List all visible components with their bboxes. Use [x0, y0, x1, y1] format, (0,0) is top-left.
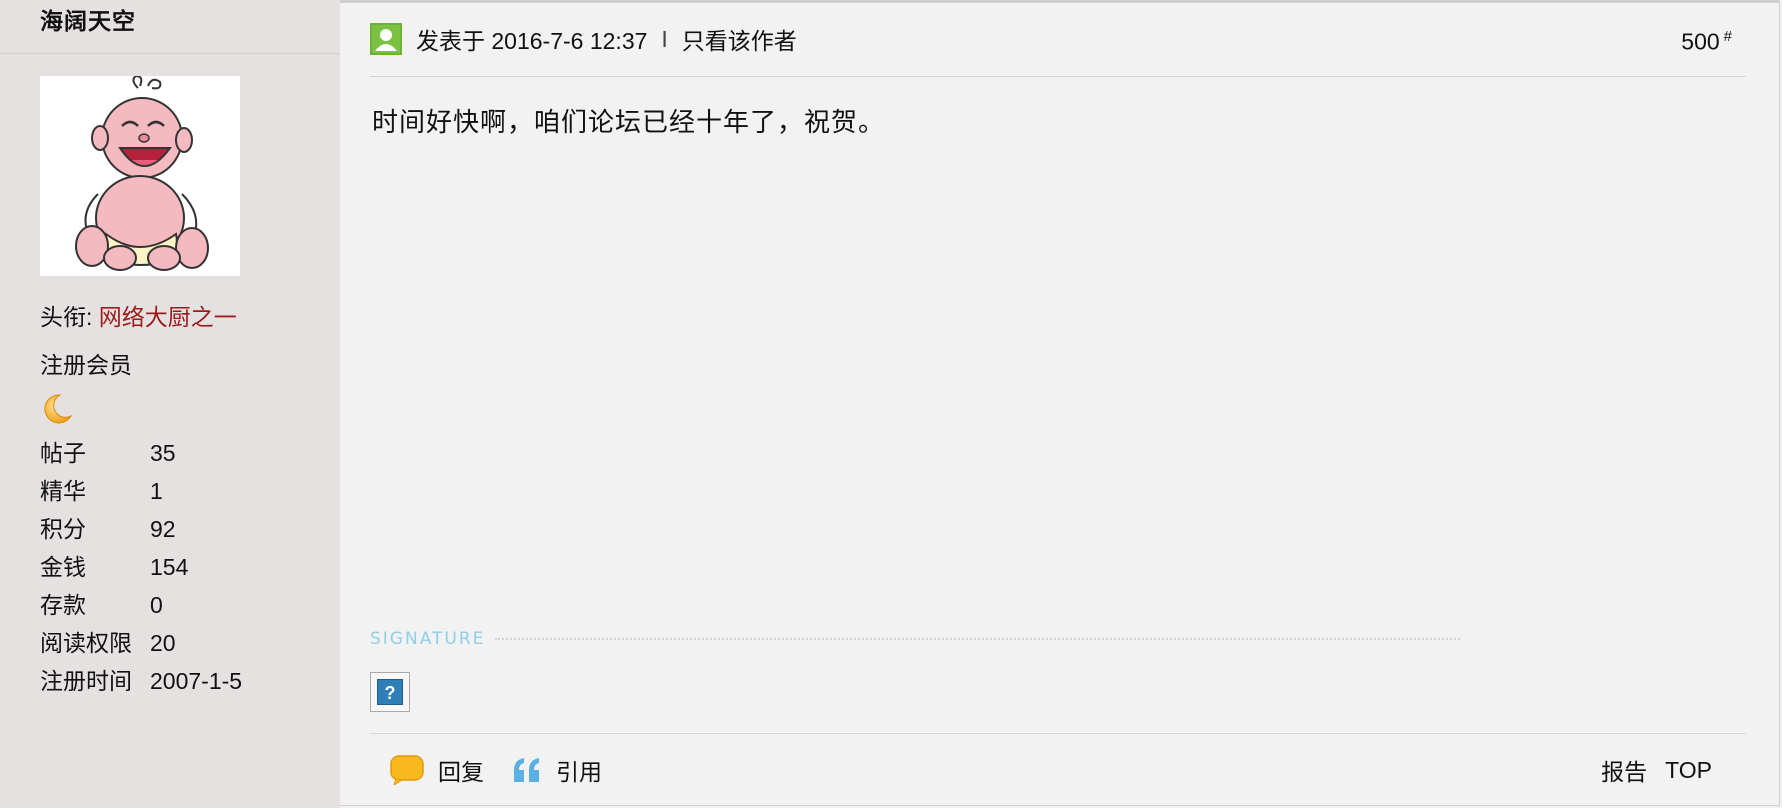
stat-label: 帖子 [40, 440, 86, 466]
post-content: 时间好快啊，咱们论坛已经十年了，祝贺。 [372, 107, 886, 137]
author-avatar[interactable] [40, 74, 240, 276]
header-divider [370, 76, 1746, 77]
stat-value: 20 [150, 630, 176, 656]
author-sidebar: 海阔天空 头衔: 网络大厨之一 注册会员 帖子 35 精华 1 积分 92 金钱… [0, 0, 340, 808]
author-title: 头衔: 网络大厨之一 [40, 298, 237, 332]
reply-button[interactable]: 回复 [390, 753, 484, 787]
reply-label: 回复 [438, 759, 484, 785]
floor-mark: # [1723, 28, 1732, 45]
stat-value: 154 [150, 554, 189, 580]
post-actions: 回复 引用 [390, 752, 630, 788]
stat-row: 精华 1 [40, 472, 242, 510]
stat-row: 存款 0 [40, 586, 242, 624]
stat-value: 2007-1-5 [150, 668, 243, 694]
title-value: 网络大厨之一 [98, 304, 237, 330]
top-link[interactable]: TOP [1665, 757, 1712, 784]
quote-icon [514, 758, 539, 782]
header-separator: I [661, 25, 668, 52]
post-floor-number[interactable]: 500 # [1681, 28, 1732, 56]
post-timestamp: 发表于 2016-7-6 12:37 [416, 28, 648, 54]
floor-number: 500 [1681, 28, 1720, 55]
stat-row: 阅读权限 20 [40, 624, 242, 662]
baby-avatar-icon [75, 74, 209, 271]
stat-label: 金钱 [40, 554, 86, 580]
only-author-link[interactable]: 只看该作者 [682, 22, 797, 56]
quote-button[interactable]: 引用 [512, 753, 602, 787]
speech-bubble-icon [390, 755, 424, 785]
stat-label: 注册时间 [40, 668, 132, 694]
stat-label: 存款 [40, 592, 86, 618]
post-footer-links: 报告 TOP [1583, 752, 1712, 788]
stat-label: 积分 [40, 516, 86, 542]
author-group[interactable]: 注册会员 [40, 346, 132, 380]
signature-image[interactable]: ? [370, 672, 410, 712]
post-main: 发表于 2016-7-6 12:37 I 只看该作者 500 # 时间好快啊，咱们… [340, 0, 1780, 808]
stat-value[interactable]: 1 [150, 472, 163, 510]
online-user-icon [370, 23, 402, 55]
stat-value: 0 [150, 592, 163, 618]
stat-value: 92 [150, 516, 176, 542]
moon-icon [44, 394, 73, 424]
signature-label: SIGNATURE [370, 629, 486, 649]
author-stats: 帖子 35 精华 1 积分 92 金钱 154 存款 0 阅读权限 20 注册时… [40, 434, 242, 700]
stat-row: 金钱 154 [40, 548, 242, 586]
signature-dots [495, 638, 1460, 640]
author-username[interactable]: 海阔天空 [40, 2, 136, 36]
stat-value[interactable]: 35 [150, 434, 176, 472]
report-link[interactable]: 报告 [1601, 753, 1647, 787]
stat-label: 阅读权限 [40, 630, 132, 656]
stat-label: 精华 [40, 478, 86, 504]
signature-divider: SIGNATURE [370, 628, 1460, 650]
sidebar-divider [0, 53, 340, 54]
title-label: 头衔: [40, 304, 93, 330]
broken-image-icon: ? [377, 679, 403, 705]
quote-label: 引用 [556, 759, 602, 785]
footer-divider [370, 733, 1746, 734]
post-header: 发表于 2016-7-6 12:37 I 只看该作者 [370, 22, 797, 56]
stat-row: 积分 92 [40, 510, 242, 548]
stat-row: 注册时间 2007-1-5 [40, 662, 242, 700]
stat-row: 帖子 35 [40, 434, 242, 472]
